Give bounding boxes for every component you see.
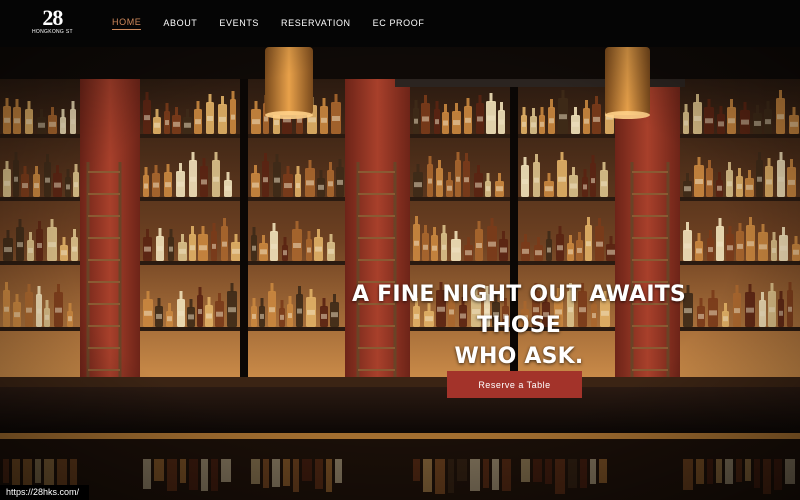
hero-headline-line1: A FINE NIGHT OUT AWAITS THOSE <box>352 282 686 338</box>
hero-section: A FINE NIGHT OUT AWAITS THOSE WHO ASK. R… <box>0 47 800 500</box>
reserve-table-button[interactable]: Reserve a Table <box>447 371 582 398</box>
hero-background-image <box>0 47 800 500</box>
logo-number: 28 <box>42 5 63 30</box>
hero-headline: A FINE NIGHT OUT AWAITS THOSE WHO ASK. <box>344 279 694 372</box>
logo-subtitle: HONGKONG ST <box>32 29 73 35</box>
nav-item-about[interactable]: ABOUT <box>163 18 197 30</box>
nav-item-reservation[interactable]: RESERVATION <box>281 18 351 30</box>
brand-logo[interactable]: 28 HONGKONG ST <box>32 5 73 36</box>
top-navigation: 28 HONGKONG ST HOME ABOUT EVENTS RESERVA… <box>0 0 800 47</box>
nav-item-events[interactable]: EVENTS <box>219 18 259 30</box>
nav-menu: HOME ABOUT EVENTS RESERVATION EC PROOF <box>112 0 446 47</box>
hero-headline-line2: WHO ASK. <box>454 344 584 369</box>
status-url: https://28hks.com/ <box>0 485 90 500</box>
nav-item-home[interactable]: HOME <box>112 17 142 30</box>
nav-item-ec-proof[interactable]: EC PROOF <box>373 18 425 30</box>
